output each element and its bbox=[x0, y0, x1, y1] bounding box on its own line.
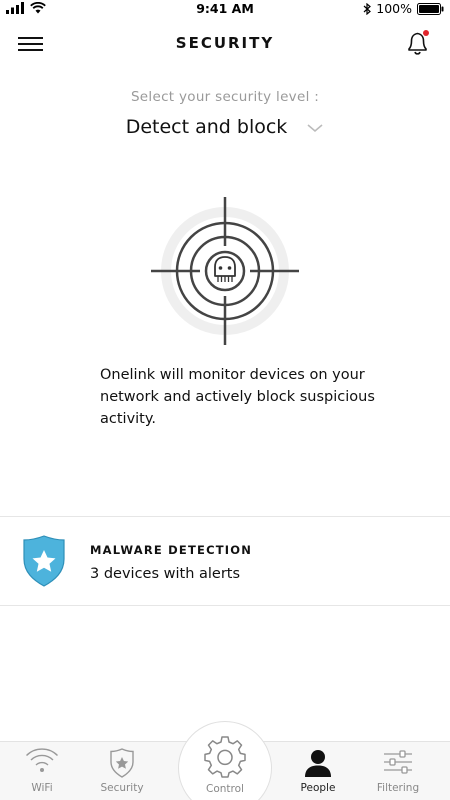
person-icon bbox=[305, 750, 331, 777]
bluetooth-icon bbox=[363, 2, 372, 15]
divider bbox=[0, 605, 450, 606]
chevron-down-icon bbox=[307, 124, 323, 133]
nav-item-wifi[interactable]: WiFi bbox=[2, 742, 82, 800]
malware-subtitle: 3 devices with alerts bbox=[90, 566, 241, 582]
nav-label-security: Security bbox=[100, 782, 144, 794]
status-bar: 9:41 AM 100% bbox=[0, 0, 450, 18]
nav-item-control[interactable]: Control bbox=[178, 721, 272, 800]
notification-dot bbox=[423, 30, 429, 36]
nav-item-filtering[interactable]: Filtering bbox=[358, 742, 438, 800]
nav-item-people[interactable]: People bbox=[278, 742, 358, 800]
nav-label-control: Control bbox=[206, 783, 244, 795]
wifi-icon bbox=[26, 748, 58, 772]
shield-star-icon bbox=[23, 535, 65, 587]
security-level-value: Detect and block bbox=[125, 116, 288, 138]
malware-title: MALWARE DETECTION bbox=[90, 543, 253, 557]
gear-icon bbox=[204, 736, 246, 778]
nav-label-filtering: Filtering bbox=[376, 782, 420, 794]
battery-icon bbox=[417, 2, 444, 15]
nav-icon-wrap bbox=[82, 748, 162, 778]
nav-icon-wrap bbox=[358, 748, 438, 776]
nav-item-security[interactable]: Security bbox=[82, 742, 162, 800]
header: SECURITY bbox=[0, 26, 450, 62]
nav-icon-wrap bbox=[179, 736, 271, 778]
nav-label-wifi: WiFi bbox=[31, 782, 53, 794]
page-title: SECURITY bbox=[175, 34, 275, 52]
notifications-button[interactable] bbox=[404, 28, 432, 58]
security-screen: 9:41 AM 100% SECURITY Select your securi… bbox=[0, 0, 450, 800]
skull-icon bbox=[214, 256, 236, 282]
nav-icon-wrap bbox=[278, 748, 358, 778]
nav-icon-wrap bbox=[2, 748, 82, 774]
nav-label-people: People bbox=[300, 782, 336, 794]
security-description: Onelink will monitor devices on your net… bbox=[100, 367, 375, 427]
bell-icon bbox=[408, 30, 429, 55]
sliders-icon bbox=[384, 750, 412, 774]
security-level-dropdown[interactable]: Detect and block bbox=[0, 116, 450, 146]
security-level-prompt: Select your security level : bbox=[130, 89, 320, 105]
malware-detection-row[interactable]: MALWARE DETECTION 3 devices with alerts bbox=[0, 517, 450, 605]
shield-star-icon bbox=[110, 748, 134, 778]
target-illustration bbox=[151, 197, 299, 345]
battery-percent: 100% bbox=[376, 1, 412, 16]
status-right: 100% bbox=[363, 1, 444, 16]
